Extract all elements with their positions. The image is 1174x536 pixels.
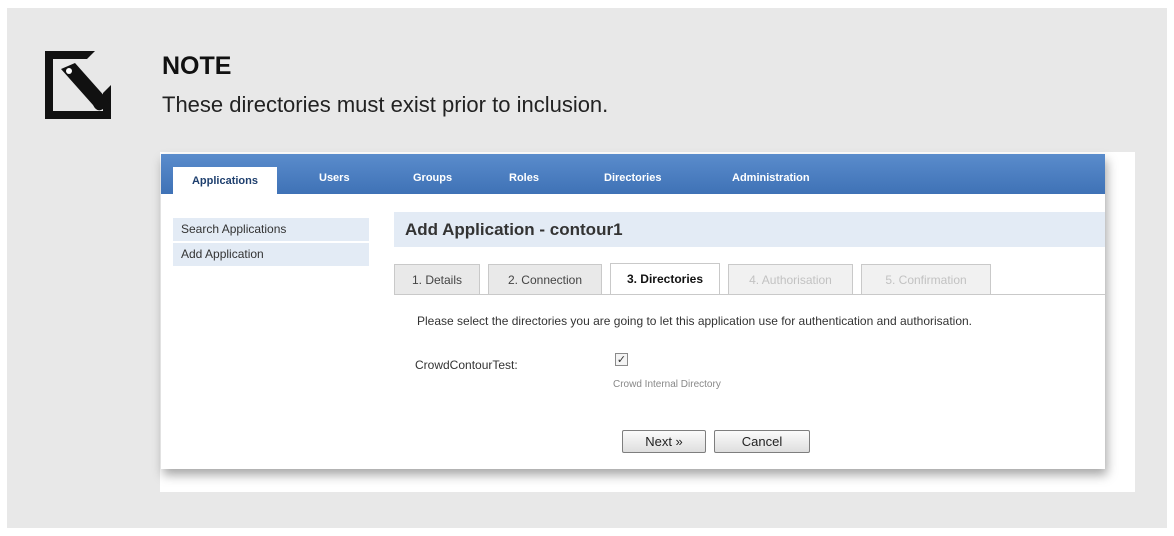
- embedded-screenshot: Applications Users Groups Roles Director…: [160, 152, 1135, 492]
- tab-authorisation: 4. Authorisation: [728, 264, 853, 294]
- nav-tab-users[interactable]: Users: [319, 172, 350, 184]
- tab-divider: [394, 294, 1105, 295]
- directory-label: CrowdContourTest:: [415, 358, 518, 372]
- crowd-app-window: Applications Users Groups Roles Director…: [161, 154, 1105, 469]
- cancel-button[interactable]: Cancel: [714, 430, 810, 453]
- nav-tab-applications[interactable]: Applications: [173, 167, 277, 194]
- nav-tab-roles[interactable]: Roles: [509, 172, 539, 184]
- note-pencil-icon: [45, 51, 111, 119]
- sidebar-item-search-applications[interactable]: Search Applications: [173, 218, 369, 241]
- directory-type: Crowd Internal Directory: [613, 379, 721, 390]
- next-button[interactable]: Next »: [622, 430, 706, 453]
- nav-tab-directories[interactable]: Directories: [604, 172, 661, 184]
- tab-connection[interactable]: 2. Connection: [488, 264, 602, 294]
- tab-confirmation: 5. Confirmation: [861, 264, 991, 294]
- note-text: These directories must exist prior to in…: [162, 92, 609, 117]
- instruction-text: Please select the directories you are go…: [417, 314, 973, 328]
- nav-tab-administration[interactable]: Administration: [732, 172, 810, 184]
- nav-tab-groups[interactable]: Groups: [413, 172, 452, 184]
- top-navigation: Applications Users Groups Roles Director…: [161, 154, 1105, 194]
- page-title: Add Application - contour1: [394, 212, 1105, 247]
- directory-checkbox[interactable]: ✓: [615, 353, 628, 366]
- tab-directories[interactable]: 3. Directories: [610, 263, 720, 295]
- sidebar-item-add-application[interactable]: Add Application: [173, 243, 369, 266]
- note-title: NOTE: [162, 52, 232, 80]
- tab-details[interactable]: 1. Details: [394, 264, 480, 294]
